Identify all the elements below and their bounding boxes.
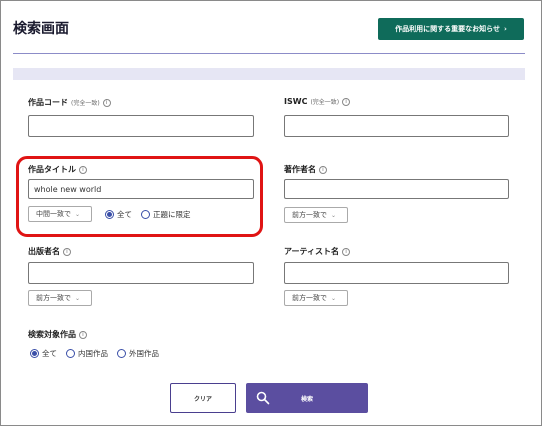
chevron-down-icon: ⌄	[331, 294, 337, 302]
publisher-input[interactable]	[28, 262, 254, 284]
target-works-label-text: 検索対象作品	[28, 330, 76, 339]
target-works-label: 検索対象作品 i	[28, 329, 87, 340]
work-title-label: 作品タイトル i	[28, 164, 87, 175]
work-title-scope-radios: 全て 正題に限定	[105, 209, 191, 220]
artist-input[interactable]	[284, 262, 509, 284]
info-icon[interactable]: i	[79, 330, 87, 339]
author-match-value: 前方一致で	[292, 211, 327, 219]
info-icon[interactable]: i	[79, 165, 87, 174]
chevron-down-icon: ⌄	[75, 210, 81, 218]
iswc-label-text: ISWC	[284, 97, 308, 106]
iswc-label: ISWC (完全一致) i	[284, 97, 351, 106]
work-title-match-value: 中間一致で	[36, 210, 71, 218]
radio-unchecked-icon	[117, 349, 126, 358]
page-title: 検索画面	[13, 21, 69, 37]
artist-match-select[interactable]: 前方一致で ⌄	[284, 290, 348, 306]
header-divider	[13, 53, 525, 54]
target-works-radios: 全て 内国作品 外国作品	[30, 348, 159, 359]
chevron-down-icon: ⌄	[331, 211, 337, 219]
info-icon[interactable]: i	[342, 247, 351, 256]
radio-target-foreign[interactable]: 外国作品	[117, 348, 159, 359]
work-code-input[interactable]	[28, 115, 254, 137]
radio-title-all[interactable]: 全て	[105, 209, 132, 220]
author-match-select[interactable]: 前方一致で ⌄	[284, 207, 348, 223]
clear-button-label: クリア	[193, 395, 212, 403]
work-title-label-text: 作品タイトル	[28, 165, 76, 174]
radio-target-domestic-label: 内国作品	[78, 349, 108, 358]
publisher-label: 出版者名 i	[28, 246, 71, 257]
info-icon[interactable]: i	[63, 247, 71, 256]
radio-title-all-label: 全て	[117, 210, 132, 219]
search-icon	[256, 391, 270, 405]
work-title-match-select[interactable]: 中間一致で ⌄	[28, 206, 92, 222]
author-label-text: 著作者名	[284, 165, 316, 174]
chevron-down-icon: ⌄	[75, 294, 81, 302]
artist-match-value: 前方一致で	[292, 294, 327, 302]
radio-checked-icon	[105, 210, 114, 219]
work-code-note: (完全一致)	[71, 100, 100, 107]
radio-title-main-only-label: 正題に限定	[153, 210, 191, 219]
iswc-note: (完全一致)	[310, 99, 340, 106]
work-code-label: 作品コード (完全一致) i	[28, 97, 111, 108]
important-notice-button[interactable]: 作品利用に関する重要なお知らせ ›	[378, 18, 524, 40]
author-label: 著作者名 i	[284, 164, 327, 175]
radio-target-domestic[interactable]: 内国作品	[66, 348, 108, 359]
chevron-right-icon: ›	[503, 25, 507, 33]
search-button-label: 検索	[301, 395, 314, 403]
clear-button[interactable]: クリア	[170, 383, 236, 413]
publisher-match-value: 前方一致で	[36, 294, 71, 302]
radio-unchecked-icon	[141, 210, 150, 219]
radio-checked-icon	[30, 349, 39, 358]
info-icon[interactable]: i	[319, 165, 327, 174]
radio-title-main-only[interactable]: 正題に限定	[141, 209, 191, 220]
important-notice-label: 作品利用に関する重要なお知らせ	[395, 25, 500, 33]
search-button[interactable]: 検索	[246, 383, 368, 413]
panel-top-strip	[13, 68, 525, 80]
work-code-label-text: 作品コード	[28, 98, 68, 107]
publisher-label-text: 出版者名	[28, 247, 60, 256]
radio-target-foreign-label: 外国作品	[129, 349, 159, 358]
info-icon[interactable]: i	[342, 97, 351, 106]
iswc-input[interactable]	[284, 115, 509, 137]
artist-label-text: アーティスト名	[284, 247, 340, 256]
author-input[interactable]	[284, 179, 509, 199]
work-title-input[interactable]: whole new world	[28, 179, 254, 199]
radio-target-all[interactable]: 全て	[30, 348, 57, 359]
radio-unchecked-icon	[66, 349, 75, 358]
radio-target-all-label: 全て	[42, 349, 57, 358]
artist-label: アーティスト名 i	[284, 246, 351, 257]
info-icon[interactable]: i	[102, 98, 111, 107]
publisher-match-select[interactable]: 前方一致で ⌄	[28, 290, 92, 306]
